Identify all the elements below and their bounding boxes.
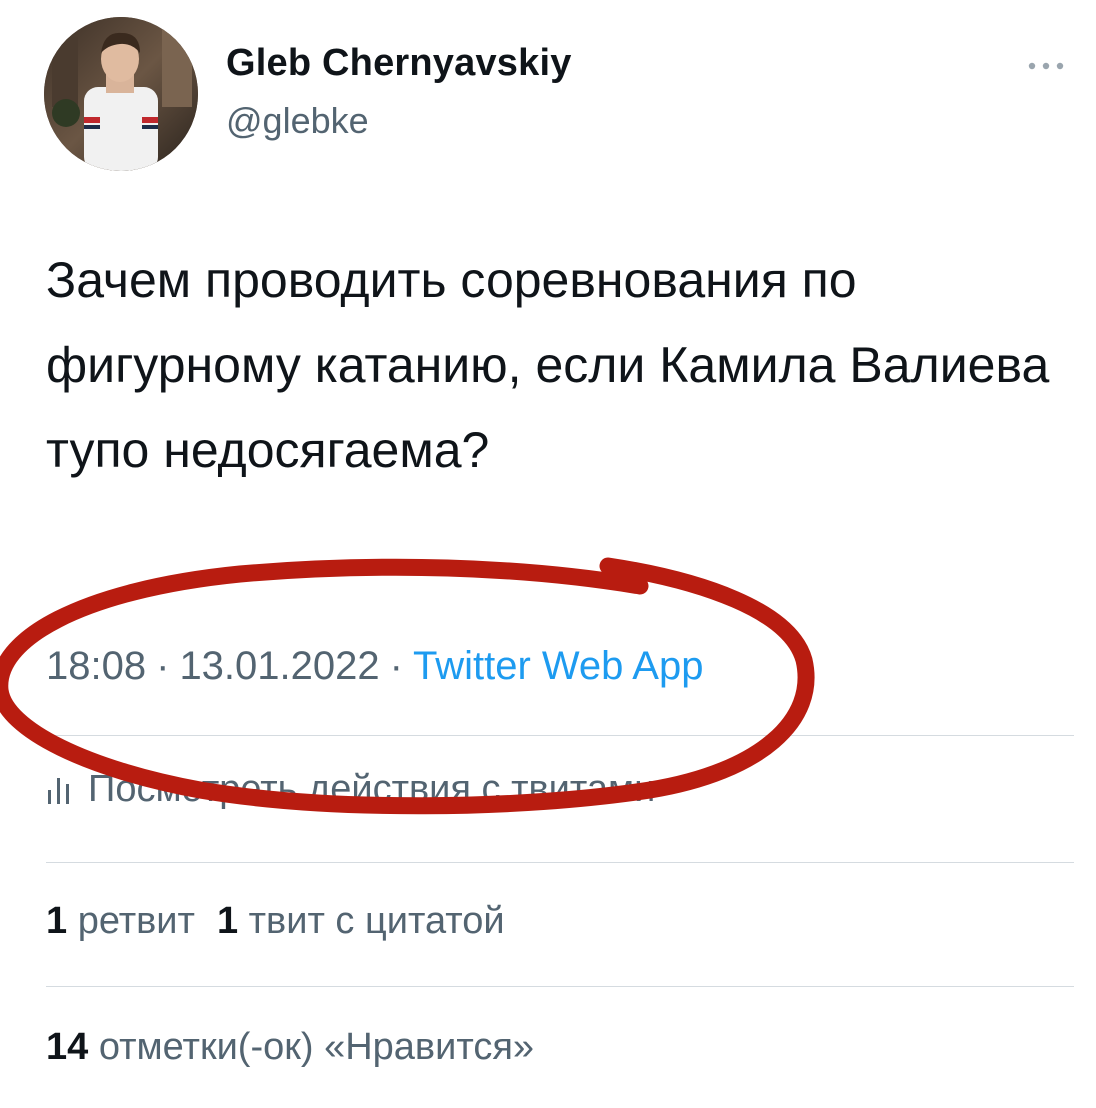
tweet-meta: 18:08 · 13.01.2022 · Twitter Web App — [46, 644, 703, 689]
retweet-count: 1 — [46, 900, 68, 942]
divider — [46, 862, 1074, 863]
author-name[interactable]: Gleb Chernyavskiy — [226, 42, 572, 85]
tweet-date[interactable]: 13.01.2022 — [179, 644, 379, 688]
retweet-stats: 1 ретвит 1 твит с цитатой — [46, 900, 505, 943]
view-tweet-activity-link[interactable]: Посмотреть действия с твитами — [46, 768, 655, 814]
quote-count: 1 — [216, 900, 239, 942]
retweets-link[interactable]: 1 ретвит — [46, 900, 195, 942]
quote-tweets-link[interactable]: 1 твит с цитатой — [217, 900, 505, 942]
meta-separator: · — [156, 644, 170, 688]
tweet-text: Зачем проводить соревнования по фигурном… — [46, 252, 1050, 478]
like-count: 14 — [46, 1026, 89, 1068]
tweet-source-link[interactable]: Twitter Web App — [413, 644, 704, 688]
divider — [46, 986, 1074, 987]
divider — [46, 735, 1074, 736]
like-label: отметки(-ок) «Нравится» — [98, 1026, 535, 1068]
retweet-label: ретвит — [77, 900, 195, 942]
more-options-button[interactable] — [1018, 44, 1074, 84]
meta-separator: · — [389, 644, 403, 688]
view-tweet-activity-label: Посмотреть действия с твитами — [88, 768, 656, 811]
more-icon — [1018, 44, 1074, 84]
like-stats: 14 отметки(-ок) «Нравится» — [46, 1026, 534, 1069]
tweet-time[interactable]: 18:08 — [46, 644, 146, 688]
tweet-card: Gleb Chernyavskiy @glebke Зачем проводит… — [0, 0, 1096, 1108]
author-handle[interactable]: @glebke — [226, 100, 369, 142]
avatar[interactable] — [44, 17, 198, 171]
analytics-icon — [46, 768, 74, 814]
quote-label: твит с цитатой — [248, 900, 505, 942]
likes-link[interactable]: 14 отметки(-ок) «Нравится» — [46, 1026, 534, 1068]
